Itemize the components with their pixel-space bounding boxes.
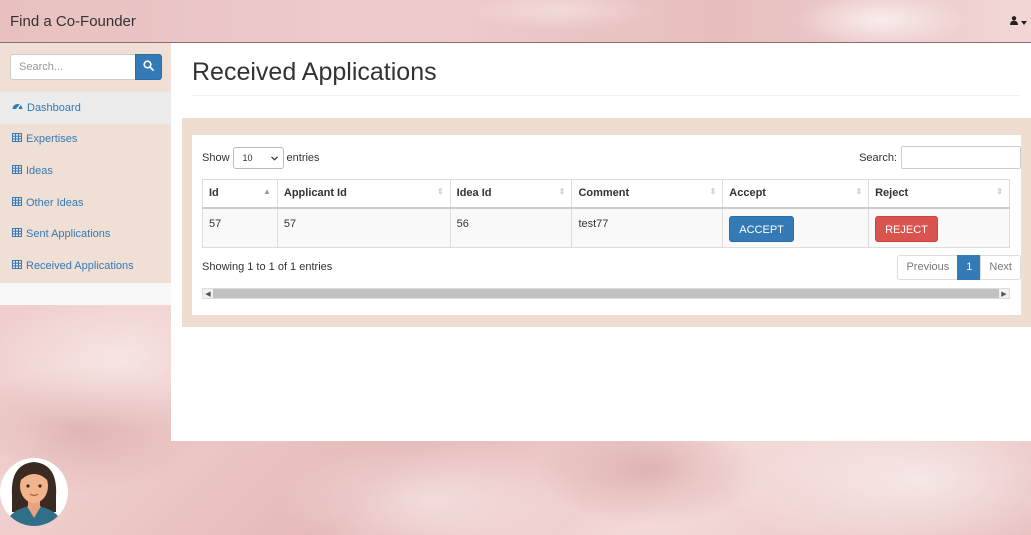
sidebar-item-sent-applications[interactable]: Sent Applications bbox=[0, 218, 171, 250]
sort-icon: ⇕ bbox=[996, 187, 1003, 196]
table-info: Showing 1 to 1 of 1 entries bbox=[202, 261, 333, 273]
entries-select-value: 10 bbox=[242, 153, 253, 163]
cell-comment: test77 bbox=[571, 207, 724, 248]
scroll-thumb[interactable] bbox=[213, 289, 999, 298]
length-show-label: Show bbox=[202, 152, 230, 164]
table-icon bbox=[12, 228, 22, 240]
sidebar: Dashboard Expertises Ideas Other Ideas S… bbox=[0, 43, 171, 305]
search-icon bbox=[143, 60, 154, 74]
chevron-down-icon bbox=[270, 153, 278, 163]
sidebar-item-label: Expertises bbox=[26, 133, 78, 146]
caret-down-icon bbox=[1021, 14, 1027, 28]
next-button[interactable]: Next bbox=[980, 255, 1021, 280]
cell-idea-id: 56 bbox=[449, 207, 573, 248]
entries-select[interactable]: 10 bbox=[232, 147, 284, 169]
main-content: Received Applications Show 10 entries Se… bbox=[171, 43, 1031, 441]
column-header-id[interactable]: Id ▲ bbox=[202, 179, 278, 209]
reject-button[interactable]: REJECT bbox=[875, 215, 938, 242]
search-button[interactable] bbox=[135, 54, 162, 80]
column-header-idea-id[interactable]: Idea Id ⇕ bbox=[449, 179, 573, 209]
column-header-label: Applicant Id bbox=[283, 187, 347, 200]
search-input[interactable] bbox=[10, 54, 135, 80]
column-header-applicant-id[interactable]: Applicant Id ⇕ bbox=[276, 179, 451, 209]
sidebar-item-label: Dashboard bbox=[27, 101, 81, 114]
sidebar-item-label: Ideas bbox=[26, 164, 53, 177]
applications-table: Id ▲ Applicant Id ⇕ Idea Id ⇕ Comment ⇕ Acce… bbox=[202, 179, 1010, 248]
horizontal-scrollbar[interactable]: ◀ ▶ bbox=[202, 288, 1010, 299]
filter-label: Search: bbox=[859, 151, 897, 164]
sort-icon: ⇕ bbox=[709, 187, 717, 196]
table-icon bbox=[12, 259, 22, 272]
filter-input[interactable] bbox=[901, 146, 1021, 169]
dashboard-icon bbox=[12, 101, 23, 114]
table-icon bbox=[12, 164, 22, 177]
table-row: 57 57 56 test77 ACCEPT REJECT bbox=[202, 207, 1010, 248]
user-icon bbox=[1010, 14, 1018, 28]
cell-accept: ACCEPT bbox=[722, 207, 870, 248]
column-header-label: Reject bbox=[875, 187, 909, 200]
top-navbar: Find a Co-Founder bbox=[0, 0, 1031, 43]
sort-icon: ⇕ bbox=[855, 187, 863, 196]
sort-asc-icon: ▲ bbox=[262, 187, 271, 196]
sidebar-item-label: Received Applications bbox=[26, 259, 134, 272]
sidebar-item-received-applications[interactable]: Received Applications bbox=[0, 250, 171, 282]
scroll-right-icon[interactable]: ▶ bbox=[999, 290, 1009, 298]
sidebar-footer bbox=[0, 283, 171, 305]
column-header-label: Accept bbox=[729, 187, 766, 200]
column-header-comment[interactable]: Comment ⇕ bbox=[571, 179, 724, 209]
panel-body: Show 10 entries Search: Id ▲ Applicant I… bbox=[192, 135, 1021, 315]
table-panel: Show 10 entries Search: Id ▲ Applicant I… bbox=[182, 118, 1031, 327]
page-1-button[interactable]: 1 bbox=[957, 255, 982, 280]
avatar bbox=[0, 456, 70, 532]
column-header-reject[interactable]: Reject ⇕ bbox=[868, 179, 1010, 209]
previous-button[interactable]: Previous bbox=[897, 255, 959, 280]
sort-icon: ⇕ bbox=[558, 187, 566, 196]
table-icon bbox=[12, 133, 22, 145]
sort-icon: ⇕ bbox=[436, 187, 444, 196]
length-control: Show 10 entries bbox=[202, 147, 320, 169]
cell-id: 57 bbox=[202, 207, 278, 248]
title-divider bbox=[192, 95, 1020, 96]
table-icon bbox=[12, 196, 22, 209]
cell-applicant-id: 57 bbox=[276, 207, 451, 248]
pagination: Previous 1 Next bbox=[897, 255, 1021, 280]
table-header-row: Id ▲ Applicant Id ⇕ Idea Id ⇕ Comment ⇕ Acce… bbox=[202, 179, 1010, 209]
sidebar-item-other-ideas[interactable]: Other Ideas bbox=[0, 187, 171, 219]
sidebar-item-expertises[interactable]: Expertises bbox=[0, 124, 171, 156]
sidebar-item-label: Sent Applications bbox=[26, 228, 111, 241]
panel-heading bbox=[182, 118, 1031, 135]
cell-reject: REJECT bbox=[868, 207, 1010, 248]
sidebar-nav: Dashboard Expertises Ideas Other Ideas S… bbox=[0, 92, 171, 282]
sidebar-item-label: Other Ideas bbox=[26, 196, 84, 209]
user-menu[interactable] bbox=[1010, 14, 1027, 28]
accept-button[interactable]: ACCEPT bbox=[729, 215, 794, 242]
sidebar-search bbox=[10, 54, 162, 80]
column-header-label: Id bbox=[209, 187, 219, 200]
page-title: Received Applications bbox=[192, 58, 437, 86]
sidebar-item-dashboard[interactable]: Dashboard bbox=[0, 92, 171, 124]
column-header-label: Idea Id bbox=[456, 187, 492, 200]
brand-title[interactable]: Find a Co-Founder bbox=[10, 13, 136, 30]
length-entries-label: entries bbox=[286, 152, 320, 164]
table-filter: Search: bbox=[859, 146, 1021, 169]
column-header-accept[interactable]: Accept ⇕ bbox=[722, 179, 870, 209]
scroll-left-icon[interactable]: ◀ bbox=[203, 290, 213, 298]
sidebar-item-ideas[interactable]: Ideas bbox=[0, 155, 171, 187]
column-header-label: Comment bbox=[578, 187, 630, 200]
